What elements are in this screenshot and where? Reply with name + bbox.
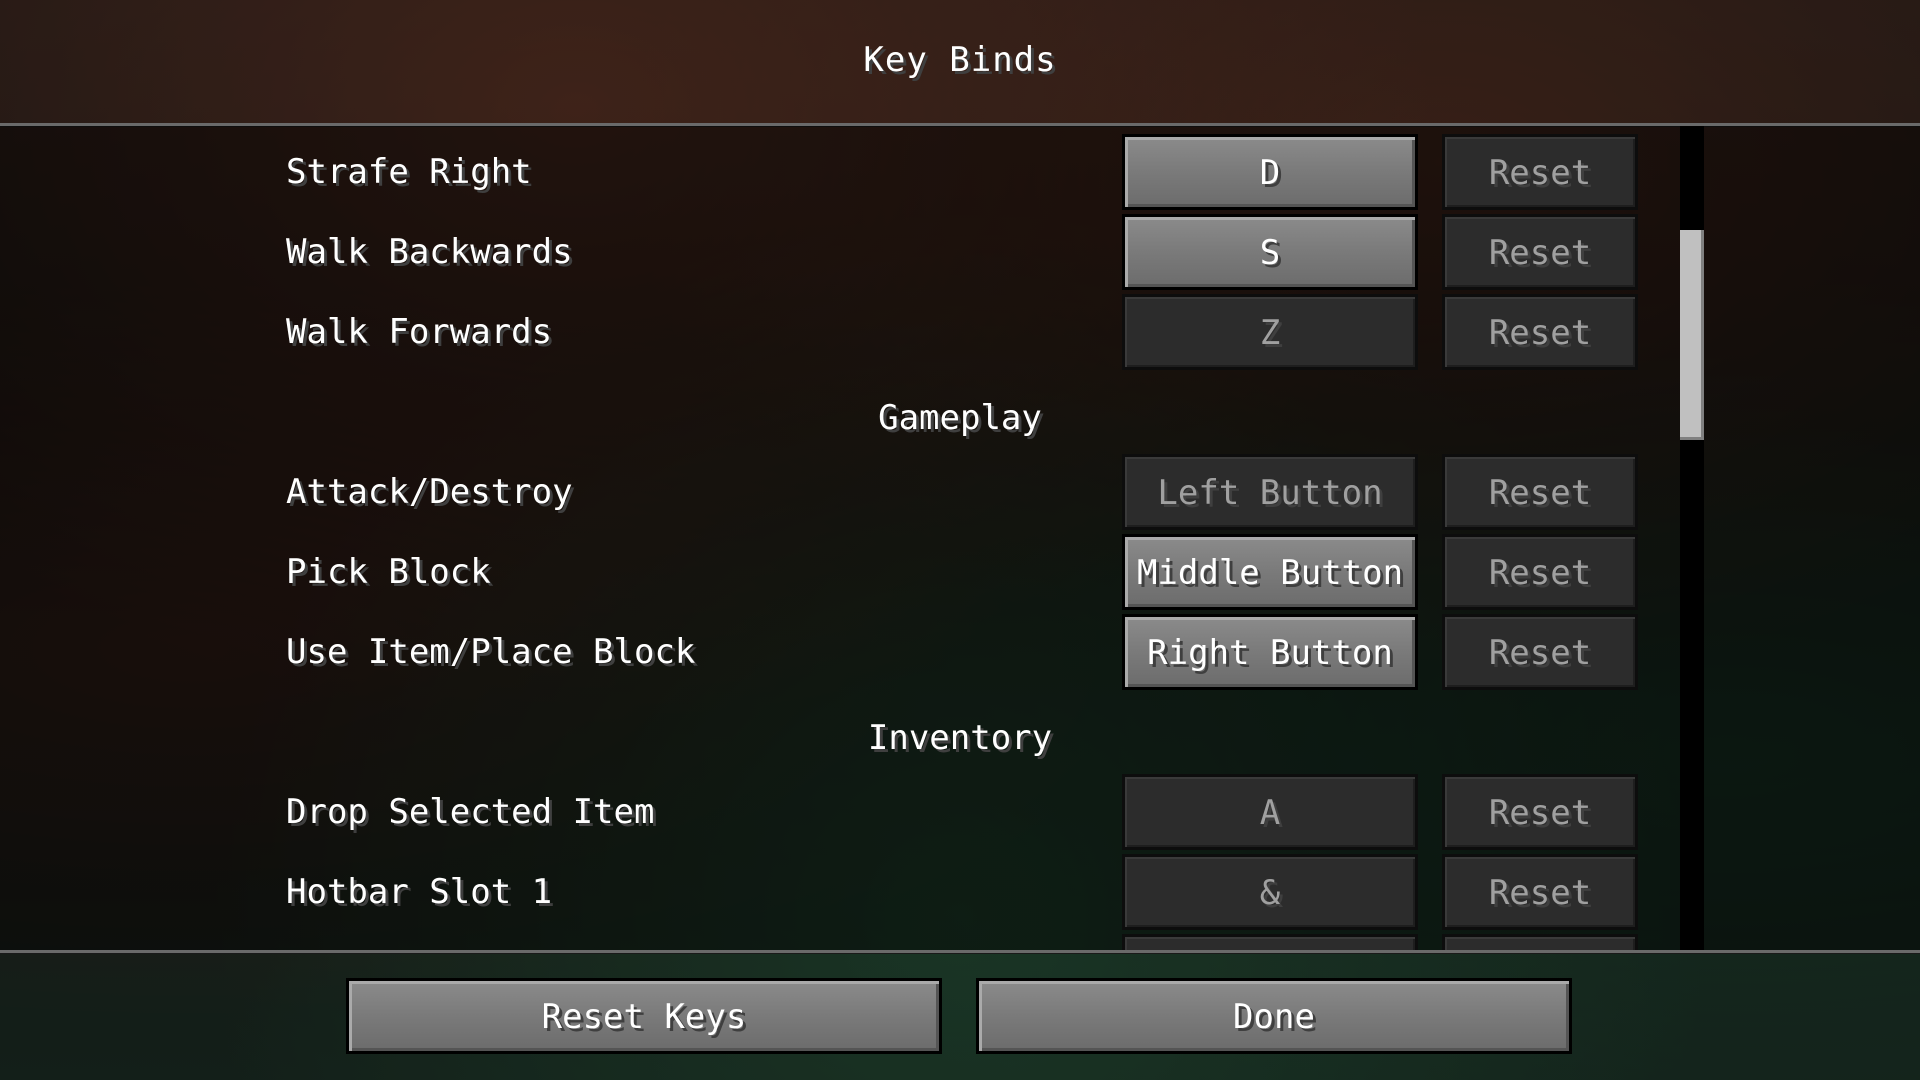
keybind-row-walk-backwards: Walk Backwards S Reset bbox=[0, 212, 1920, 292]
keybind-row-strafe-right: Strafe Right D Reset bbox=[0, 132, 1920, 212]
keybind-row-use-item: Use Item/Place Block Right Button Reset bbox=[0, 612, 1920, 692]
reset-button-walk-backwards[interactable]: Reset bbox=[1442, 214, 1638, 290]
key-button-pick-block[interactable]: Middle Button bbox=[1122, 534, 1418, 610]
category-inventory: Inventory bbox=[867, 718, 1053, 758]
reset-button-use-item[interactable]: Reset bbox=[1442, 614, 1638, 690]
footer-divider bbox=[0, 950, 1920, 953]
reset-button-pick-block[interactable]: Reset bbox=[1442, 534, 1638, 610]
key-button-drop-item[interactable]: A bbox=[1122, 774, 1418, 850]
keybind-row-drop-item: Drop Selected Item A Reset bbox=[0, 772, 1920, 852]
keybind-row-pick-block: Pick Block Middle Button Reset bbox=[0, 532, 1920, 612]
key-button-strafe-right[interactable]: D bbox=[1122, 134, 1418, 210]
key-button-partial[interactable] bbox=[1122, 934, 1418, 950]
keybind-row-hotbar-slot-1: Hotbar Slot 1 & Reset bbox=[0, 852, 1920, 932]
reset-keys-button[interactable]: Reset Keys bbox=[346, 978, 942, 1054]
keybind-label: Use Item/Place Block bbox=[286, 632, 696, 672]
keybind-label: Walk Forwards bbox=[286, 312, 553, 352]
keybind-row-partial bbox=[0, 932, 1920, 950]
key-button-hotbar-slot-1[interactable]: & bbox=[1122, 854, 1418, 930]
reset-button-attack-destroy[interactable]: Reset bbox=[1442, 454, 1638, 530]
key-button-attack-destroy[interactable]: Left Button bbox=[1122, 454, 1418, 530]
keybind-label: Strafe Right bbox=[286, 152, 532, 192]
keybind-label: Drop Selected Item bbox=[286, 792, 655, 832]
reset-button-drop-item[interactable]: Reset bbox=[1442, 774, 1638, 850]
key-button-walk-backwards[interactable]: S bbox=[1122, 214, 1418, 290]
reset-button-partial[interactable] bbox=[1442, 934, 1638, 950]
keybind-label: Pick Block bbox=[286, 552, 491, 592]
scrollbar-thumb[interactable] bbox=[1680, 230, 1704, 440]
keybind-label: Hotbar Slot 1 bbox=[286, 872, 553, 912]
reset-button-walk-forwards[interactable]: Reset bbox=[1442, 294, 1638, 370]
keybind-row-walk-forwards: Walk Forwards Z Reset bbox=[0, 292, 1920, 372]
done-button[interactable]: Done bbox=[976, 978, 1572, 1054]
reset-button-strafe-right[interactable]: Reset bbox=[1442, 134, 1638, 210]
reset-button-hotbar-slot-1[interactable]: Reset bbox=[1442, 854, 1638, 930]
key-button-walk-forwards[interactable]: Z bbox=[1122, 294, 1418, 370]
page-title: Key Binds bbox=[863, 40, 1057, 80]
keybind-row-attack-destroy: Attack/Destroy Left Button Reset bbox=[0, 452, 1920, 532]
key-button-use-item[interactable]: Right Button bbox=[1122, 614, 1418, 690]
keybind-list[interactable]: Strafe Right D Reset Walk Backwards S Re… bbox=[0, 126, 1920, 950]
keybind-label: Walk Backwards bbox=[286, 232, 573, 272]
keybind-label: Attack/Destroy bbox=[286, 472, 573, 512]
category-gameplay: Gameplay bbox=[878, 398, 1042, 438]
